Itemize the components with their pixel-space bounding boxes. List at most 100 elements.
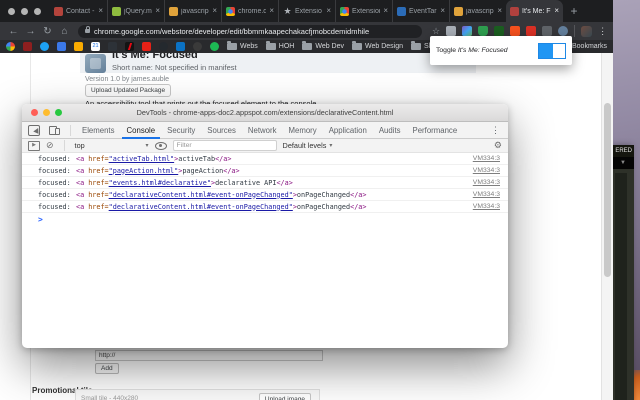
window-traffic-lights[interactable]: [8, 8, 41, 15]
prompt-chevron-icon: >: [38, 214, 43, 224]
context-dropdown[interactable]: top ▾: [75, 141, 149, 150]
browser-menu-icon[interactable]: ⋮: [598, 26, 607, 37]
upload-image-button[interactable]: Upload image: [258, 393, 311, 400]
filter-input[interactable]: [172, 140, 277, 151]
clear-console-icon[interactable]: ⊘: [46, 141, 54, 150]
browser-tab[interactable]: Contact - ×: [50, 0, 107, 22]
browser-tab[interactable]: Extension ×: [335, 0, 392, 22]
site-url-input[interactable]: [95, 350, 323, 361]
tab-memory[interactable]: Memory: [284, 122, 322, 139]
tab-close-icon[interactable]: ×: [383, 7, 388, 15]
console-source-link[interactable]: VM334:3: [473, 203, 500, 210]
bookmark-docs-icon[interactable]: [57, 42, 66, 51]
console-href-link[interactable]: "declarativeContent.html#event-onPageCha…: [109, 191, 293, 199]
inspect-element-icon[interactable]: [28, 124, 40, 136]
tab-close-icon[interactable]: ×: [326, 7, 331, 15]
bookmark-spotify-icon[interactable]: [210, 42, 219, 51]
bookmark-folder-web-dev[interactable]: Web Dev: [302, 41, 344, 50]
bookmark-github-icon[interactable]: [159, 42, 168, 51]
bookmark-twitter-icon[interactable]: [40, 42, 49, 51]
live-expression-eye-icon[interactable]: [154, 141, 167, 150]
forward-icon[interactable]: →: [23, 26, 38, 37]
bookmark-orange-app-icon[interactable]: [74, 42, 83, 51]
bookmark-folder-web-design[interactable]: Web Design: [352, 41, 403, 50]
tab-network[interactable]: Network: [243, 122, 282, 139]
tab-console[interactable]: Console: [122, 122, 161, 139]
chevron-down-icon[interactable]: ▼: [612, 157, 634, 169]
console-sidebar-icon[interactable]: ▶: [28, 140, 40, 151]
console-source-link[interactable]: VM334:3: [473, 191, 500, 198]
tab-security[interactable]: Security: [162, 122, 200, 139]
focused-toggle-switch[interactable]: [538, 42, 566, 59]
extension-red-icon[interactable]: [526, 26, 537, 36]
extension-gray-icon[interactable]: [446, 26, 457, 36]
reload-icon[interactable]: ↻: [40, 26, 55, 37]
minimize-window-icon[interactable]: [43, 109, 50, 116]
console-source-link[interactable]: VM334:3: [473, 179, 500, 186]
console-href-link[interactable]: "events.html#declarative": [109, 179, 211, 187]
home-icon[interactable]: ⌂: [57, 26, 72, 37]
log-levels-dropdown[interactable]: Default levels ▾: [283, 141, 333, 150]
console-prompt[interactable]: >: [22, 213, 508, 225]
background-window-scrollbar[interactable]: [615, 173, 627, 400]
devtools-menu-icon[interactable]: ⋮: [491, 125, 502, 136]
tab-elements[interactable]: Elements: [77, 122, 120, 139]
back-icon[interactable]: ←: [6, 26, 21, 37]
bookmark-amazon-icon[interactable]: [108, 42, 117, 51]
extension-shield-icon[interactable]: [478, 26, 489, 36]
bookmark-chrome-icon[interactable]: [6, 42, 15, 51]
tab-close-icon[interactable]: ×: [155, 7, 160, 15]
device-toolbar-icon[interactable]: [49, 125, 60, 135]
browser-tab[interactable]: javascrip ×: [164, 0, 221, 22]
tab-audits[interactable]: Audits: [374, 122, 406, 139]
bookmark-folder-hoh[interactable]: HOH: [265, 41, 294, 50]
browser-tab[interactable]: jQuery.m ×: [107, 0, 164, 22]
browser-tab[interactable]: chrome.d ×: [221, 0, 278, 22]
tab-close-icon[interactable]: ×: [497, 7, 502, 15]
tab-close-icon[interactable]: ×: [98, 7, 103, 15]
bookmark-netflix-icon[interactable]: [125, 42, 134, 51]
tab-close-icon[interactable]: ×: [554, 7, 559, 15]
zoom-window-icon[interactable]: [55, 109, 62, 116]
add-button[interactable]: Add: [95, 363, 119, 374]
console-href-link[interactable]: "activeTab.html": [109, 155, 174, 163]
console-href-link[interactable]: "pageAction.html": [109, 167, 179, 175]
tab-close-icon[interactable]: ×: [440, 7, 445, 15]
promotional-tile-box: Small tile - 440x280 Upload image: [75, 389, 320, 400]
browser-tab-active[interactable]: It's Me: F ×: [506, 0, 563, 22]
tab-application[interactable]: Application: [324, 122, 372, 139]
extension-orange-icon[interactable]: [510, 26, 521, 36]
address-bar[interactable]: chrome.google.com/webstore/developer/edi…: [78, 24, 422, 38]
console-href-link[interactable]: "declarativeContent.html#event-onPageCha…: [109, 203, 293, 211]
bookmark-star-icon[interactable]: ☆: [432, 26, 440, 37]
close-window-icon[interactable]: [31, 109, 38, 116]
devtools-titlebar[interactable]: DevTools - chrome-apps-doc2.appspot.com/…: [22, 104, 508, 122]
new-tab-button[interactable]: +: [563, 0, 585, 22]
tab-close-icon[interactable]: ×: [269, 7, 274, 15]
console-source-link[interactable]: VM334:3: [473, 155, 500, 162]
browser-tab[interactable]: EventTar ×: [392, 0, 449, 22]
bookmark-calendar-icon[interactable]: 21: [91, 42, 100, 51]
sync-paused-icon[interactable]: [558, 26, 569, 36]
browser-tab[interactable]: javascrip ×: [449, 0, 506, 22]
bookmark-vscode-icon[interactable]: [176, 42, 185, 51]
bookmark-dark-app-icon[interactable]: [193, 42, 202, 51]
page-scrollbar[interactable]: [601, 53, 613, 400]
tab-close-icon[interactable]: ×: [212, 7, 217, 15]
bookmark-folder-webs[interactable]: Webs: [227, 41, 258, 50]
tab-performance[interactable]: Performance: [408, 122, 463, 139]
extension-dark-green-icon[interactable]: [494, 26, 505, 36]
settings-gear-icon[interactable]: ⚙: [494, 140, 502, 151]
upload-package-button[interactable]: Upload Updated Package: [85, 84, 172, 97]
scrollbar-thumb[interactable]: [604, 103, 611, 277]
background-window[interactable]: ERED ▼: [612, 145, 634, 400]
bookmark-red-app-icon[interactable]: [23, 42, 32, 51]
console-source-link[interactable]: VM334:3: [473, 167, 500, 174]
devtools-traffic-lights[interactable]: [31, 109, 62, 116]
browser-tab[interactable]: ★ Extensio ×: [278, 0, 335, 22]
bookmark-youtube-icon[interactable]: [142, 42, 151, 51]
extension-dark-gray-icon[interactable]: [542, 26, 553, 36]
tab-sources[interactable]: Sources: [202, 122, 241, 139]
extension-photos-icon[interactable]: [462, 26, 473, 36]
profile-avatar-icon[interactable]: [581, 25, 593, 37]
